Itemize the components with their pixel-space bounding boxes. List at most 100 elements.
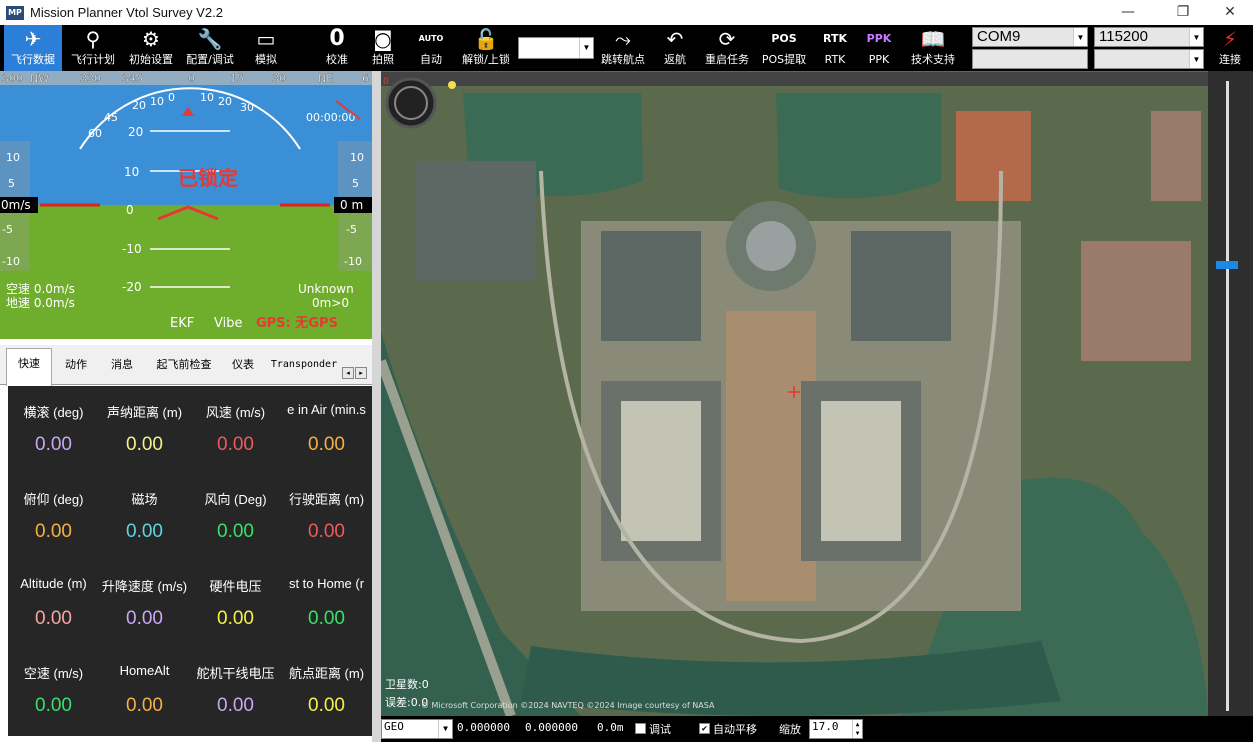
quick-cell[interactable]: 风向 (Deg) 0.00	[190, 489, 281, 543]
config-tuning-button[interactable]: 🔧 配置/调试	[180, 25, 240, 71]
quick-cell-value: 0.00	[308, 521, 345, 542]
main-toolbar: ✈ 飞行数据 ⚲ 飞行计划 ⚙ 初始设置 🔧 配置/调试 ▭ 模拟 0 校准 ◙…	[0, 25, 1253, 71]
flight-data-button[interactable]: ✈ 飞行数据	[4, 25, 62, 71]
map-pin-icon: ⚲	[85, 27, 101, 51]
zoom-thumb[interactable]	[1216, 261, 1238, 269]
quick-cell[interactable]: 行驶距离 (m) 0.00	[281, 489, 372, 543]
heading-label: NE	[318, 72, 333, 85]
quick-cell[interactable]: 航点距离 (m) 0.00	[281, 663, 372, 717]
support-book-icon: 📖	[920, 27, 946, 51]
app-logo-icon: MP	[6, 5, 24, 20]
quick-cell[interactable]: st to Home (r 0.00	[281, 576, 372, 630]
quick-cell-label: 航点距离 (m)	[288, 666, 365, 681]
quick-cell[interactable]: 磁场 0.00	[99, 489, 190, 543]
quick-cell[interactable]: 俯仰 (deg) 0.00	[8, 489, 99, 543]
take-photo-button[interactable]: ◙ 拍照	[366, 25, 400, 71]
chevron-down-icon: ▼	[1189, 28, 1203, 46]
zero-icon: 0	[329, 26, 345, 51]
zoom-label: 缩放	[779, 723, 801, 736]
port-select-lower[interactable]	[972, 49, 1088, 69]
map-view[interactable]: 0 卫星数:0 误差:0.0 © Microsoft Corporation ©…	[381, 71, 1208, 716]
quick-cell-value: 0.00	[35, 608, 72, 629]
vibe-indicator[interactable]: Vibe	[214, 316, 242, 331]
minimize-icon[interactable]: —	[1108, 0, 1148, 25]
return-home-button[interactable]: ↶ 返航	[658, 25, 692, 71]
heading-label: 30	[272, 72, 286, 85]
quick-cell-label: 磁场	[131, 492, 158, 507]
lock-icon: 🔓	[473, 27, 499, 51]
tab-quick[interactable]: 快速	[6, 348, 52, 386]
restart-mission-button[interactable]: ⟳ 重启任务	[700, 25, 754, 71]
jump-waypoint-icon: ⤳	[615, 27, 631, 51]
quick-cell[interactable]: 横滚 (deg) 0.00	[8, 402, 99, 456]
wrench-icon: 🔧	[197, 27, 223, 51]
building-ne	[851, 231, 951, 341]
quick-cell[interactable]: 硬件电压 0.00	[190, 576, 281, 630]
zoom-input[interactable]: 17.0 ▲ ▼	[809, 719, 863, 739]
arm-disarm-button[interactable]: 🔓 解锁/上锁	[456, 25, 516, 71]
stepper-icon[interactable]: ▲ ▼	[852, 720, 862, 738]
quick-cell[interactable]: Altitude (m) 0.00	[8, 576, 99, 630]
chevron-down-icon: ▼	[1189, 50, 1203, 68]
quick-cell-label: 空速 (m/s)	[23, 666, 84, 681]
heading-label: 6	[362, 72, 369, 85]
svg-text:-10: -10	[344, 255, 362, 268]
quick-cell-value: 0.00	[217, 608, 254, 629]
autopan-checkbox[interactable]: ✔	[699, 723, 710, 734]
quick-cell-value: 0.00	[126, 521, 163, 542]
panel-splitter[interactable]	[372, 71, 381, 742]
ppk-button[interactable]: PPK PPK	[862, 25, 896, 71]
chevron-down-icon: ▼	[1073, 28, 1087, 46]
heading-label: 345	[122, 72, 143, 85]
quick-cell-label: Altitude (m)	[20, 576, 87, 591]
quick-cell[interactable]: HomeAlt 0.00	[99, 663, 190, 717]
quick-cell-label: 行驶距离 (m)	[288, 492, 365, 507]
rtk-button[interactable]: RTK RTK	[818, 25, 852, 71]
satellite-map[interactable]: 0 卫星数:0 误差:0.0 © Microsoft Corporation ©…	[381, 71, 1208, 716]
pos-extract-button[interactable]: POS POS提取	[758, 25, 810, 71]
close-icon[interactable]: ✕	[1210, 0, 1250, 25]
tab-transponder[interactable]: Transponder	[268, 350, 340, 385]
baud-select[interactable]: 115200 ▼	[1094, 27, 1204, 47]
port-select[interactable]: COM9 ▼	[972, 27, 1088, 47]
pitch-label: -10	[122, 242, 142, 256]
flight-mode-select[interactable]: ▼	[518, 37, 594, 59]
initial-setup-button[interactable]: ⚙ 初始设置	[124, 25, 178, 71]
jump-waypoint-button[interactable]: ⤳ 跳转航点	[596, 25, 650, 71]
tab-gauges[interactable]: 仪表	[222, 350, 264, 385]
simulation-button[interactable]: ▭ 模拟	[244, 25, 288, 71]
quick-cell[interactable]: 空速 (m/s) 0.00	[8, 663, 99, 717]
baud-select-lower[interactable]: ▼	[1094, 49, 1204, 69]
coord-system-select[interactable]: GEO ▼	[381, 719, 453, 739]
roll-label: 30	[240, 101, 254, 114]
quick-cell[interactable]: 声纳距离 (m) 0.00	[99, 402, 190, 456]
quick-cell-value: 0.00	[308, 434, 345, 455]
svg-text:10: 10	[6, 151, 20, 164]
tab-messages[interactable]: 消息	[100, 350, 144, 385]
airspeed-text: 空速 0.0m/s	[6, 282, 75, 296]
tab-scroll-right-icon[interactable]: ▸	[355, 367, 367, 379]
quick-cell-value: 0.00	[126, 608, 163, 629]
calibrate-button[interactable]: 0 校准	[320, 25, 354, 71]
ekf-indicator[interactable]: EKF	[170, 316, 194, 331]
quick-cell[interactable]: 舵机干线电压 0.00	[190, 663, 281, 717]
tab-preflight[interactable]: 起飞前检查	[150, 350, 218, 385]
flight-plan-button[interactable]: ⚲ 飞行计划	[66, 25, 120, 71]
tech-support-button[interactable]: 📖 技术支持	[906, 25, 960, 71]
debug-checkbox[interactable]	[635, 723, 646, 734]
quick-cell[interactable]: 升降速度 (m/s) 0.00	[99, 576, 190, 630]
restore-icon[interactable]: ❐	[1163, 0, 1203, 25]
tab-scroll-left-icon[interactable]: ◂	[342, 367, 354, 379]
heading-tape	[0, 71, 372, 85]
roll-label: 20	[132, 99, 146, 112]
heading-label: 330	[80, 72, 101, 85]
connect-button[interactable]: ⚡ 连接	[1210, 25, 1250, 71]
tab-actions[interactable]: 动作	[56, 350, 96, 385]
quick-cell-label: 硬件电压	[209, 579, 262, 594]
auto-mode-button[interactable]: AUTO 自动	[414, 25, 448, 71]
zoom-slider[interactable]	[1208, 71, 1253, 716]
quick-cell[interactable]: 风速 (m/s) 0.00	[190, 402, 281, 456]
return-home-icon: ↶	[666, 27, 684, 51]
red-building-north	[956, 111, 1031, 201]
quick-cell[interactable]: e in Air (min.s 0.00	[281, 402, 372, 456]
